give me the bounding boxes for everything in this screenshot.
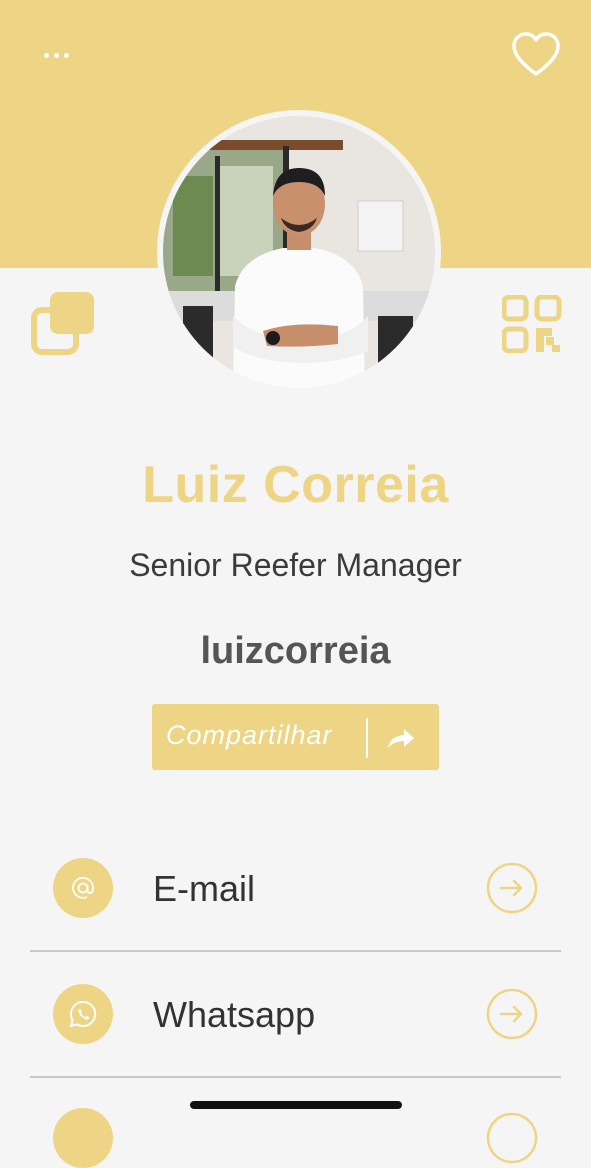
contact-row-whatsapp[interactable]: Whatsapp bbox=[30, 952, 561, 1078]
arrow-right-circle-icon[interactable] bbox=[486, 862, 538, 914]
profile-photo bbox=[163, 116, 435, 388]
home-indicator[interactable] bbox=[190, 1101, 402, 1109]
whatsapp-icon bbox=[69, 1000, 97, 1028]
profile-name: Luiz Correia bbox=[142, 456, 449, 514]
job-title: Senior Reefer Manager bbox=[129, 547, 462, 583]
share-button-label: Compartilhar bbox=[166, 720, 333, 750]
qr-code-icon[interactable] bbox=[502, 295, 562, 353]
dot bbox=[53, 52, 59, 58]
contact-label: E-mail bbox=[153, 868, 256, 909]
username: luizcorreia bbox=[200, 630, 391, 672]
contact-icon-circle[interactable] bbox=[53, 1108, 113, 1168]
contact-icon-circle bbox=[53, 858, 113, 918]
share-button-divider bbox=[366, 718, 368, 758]
share-button[interactable]: Compartilhar bbox=[152, 704, 439, 770]
at-icon bbox=[72, 876, 94, 899]
dot bbox=[43, 52, 49, 58]
arrow-right-circle-icon[interactable] bbox=[486, 988, 538, 1040]
heart-icon[interactable] bbox=[510, 30, 562, 80]
copy-icon[interactable] bbox=[30, 290, 98, 356]
row-divider bbox=[30, 1076, 561, 1078]
arrow-right-circle-icon[interactable] bbox=[486, 1112, 538, 1164]
contact-label: Whatsapp bbox=[153, 994, 316, 1035]
contact-row-email[interactable]: E-mail bbox=[30, 826, 561, 952]
avatar[interactable] bbox=[157, 110, 441, 394]
more-dots-icon[interactable] bbox=[40, 46, 72, 64]
dot bbox=[63, 52, 69, 58]
contact-icon-circle bbox=[53, 984, 113, 1044]
share-arrow-icon bbox=[388, 729, 414, 748]
